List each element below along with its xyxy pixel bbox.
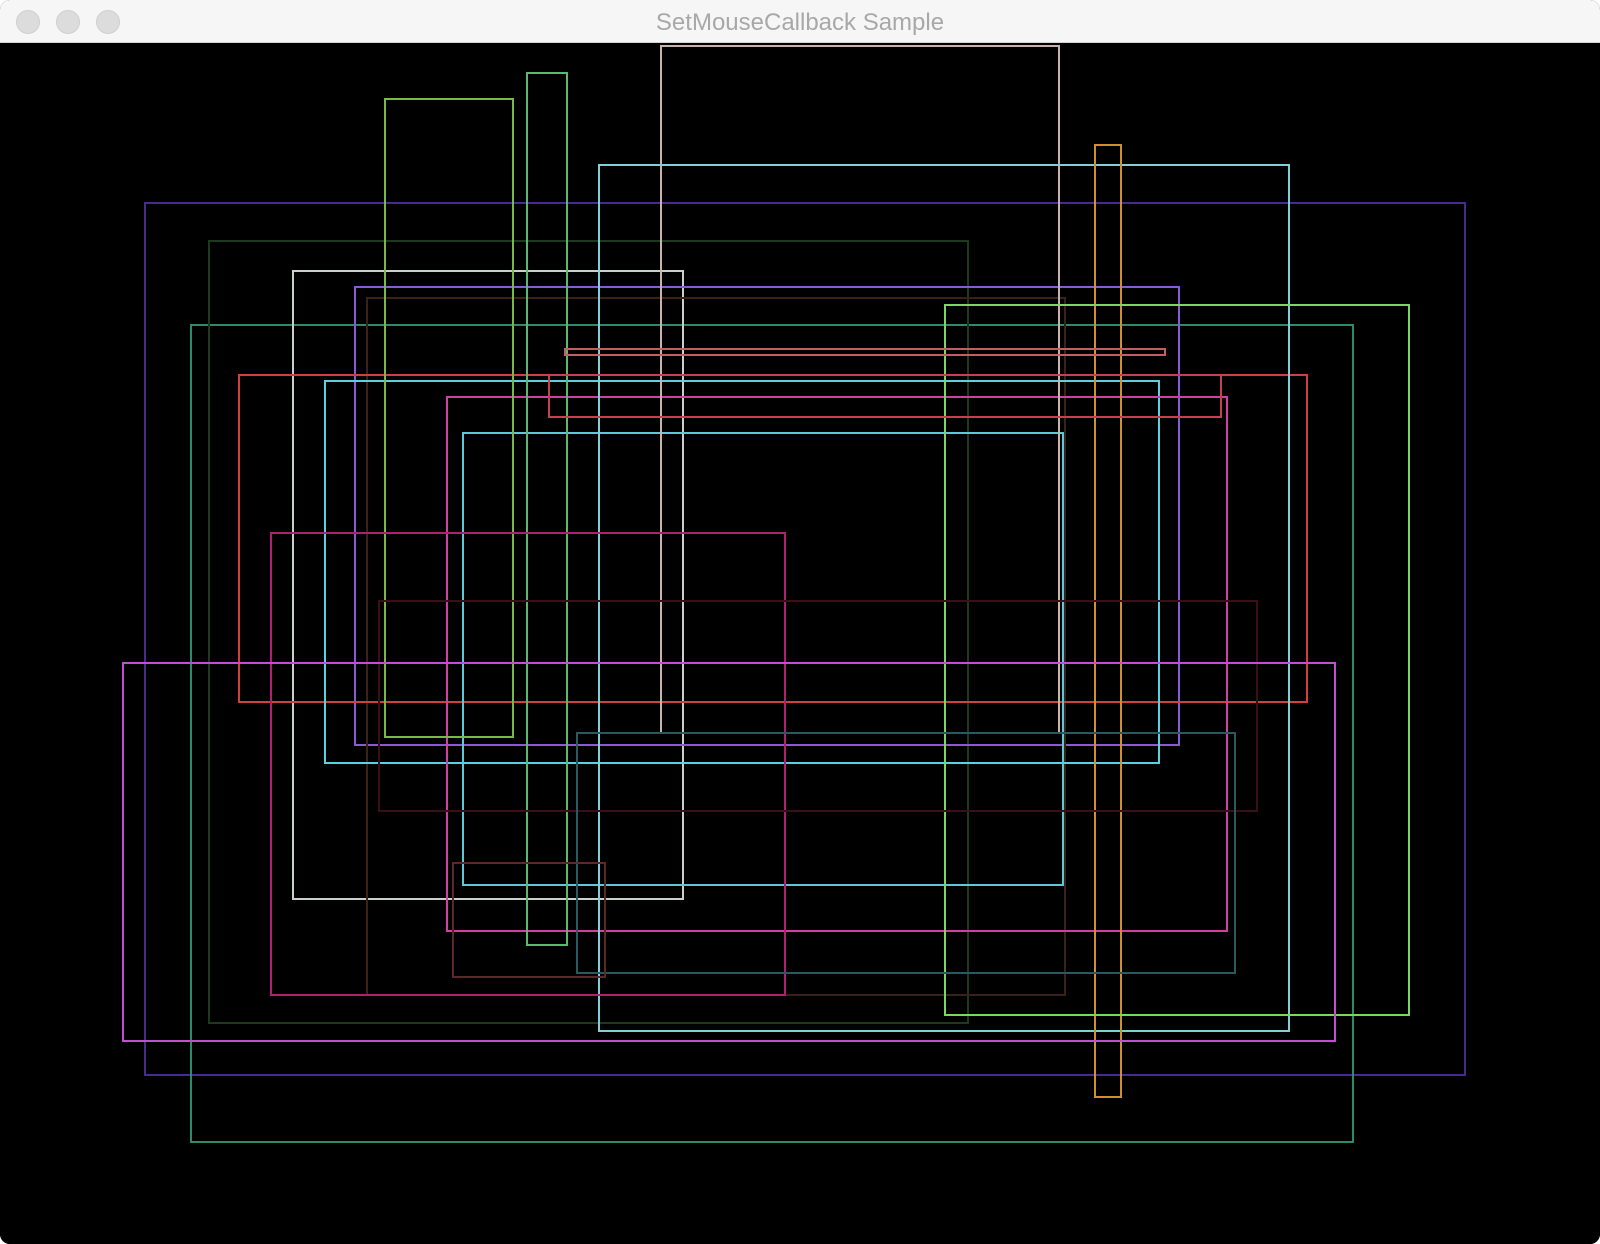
drawn-rectangle [292,270,684,900]
drawn-rectangle [462,432,1064,886]
drawn-rectangle [660,45,1060,734]
drawn-rectangle [366,297,1066,996]
drawn-rectangle [576,732,1236,974]
drawn-rectangle [384,98,514,738]
drawing-canvas[interactable] [0,43,1600,1244]
window-title: SetMouseCallback Sample [655,9,945,36]
drawn-rectangle [378,600,1258,812]
app-window: SetMouseCallback Sample [0,0,1600,1244]
drawn-rectangle [452,862,606,978]
title-bar[interactable]: SetMouseCallback Sample [0,0,1600,43]
drawn-rectangle [208,240,969,1024]
drawn-rectangle [122,662,1336,1042]
drawn-rectangle [238,374,1308,703]
drawn-rectangle [564,348,1166,356]
drawn-rectangle [944,304,1410,1016]
drawn-rectangle [324,380,1160,764]
drawn-rectangle [144,202,1466,1076]
rectangles-layer [122,45,1466,1143]
